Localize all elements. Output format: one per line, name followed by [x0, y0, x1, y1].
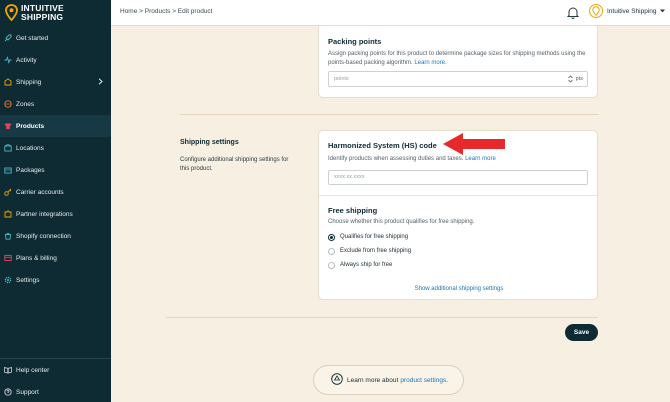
shipping-settings-heading: Shipping settings	[180, 139, 239, 146]
shopify-icon	[4, 232, 12, 240]
show-additional-settings-link[interactable]: Show additional shipping settings	[319, 286, 599, 292]
sidebar-item-zones[interactable]: Zones	[0, 93, 111, 115]
book-icon	[4, 366, 12, 374]
sidebar-item-label: Products	[16, 122, 45, 130]
packing-points-input[interactable]: points pts	[328, 71, 588, 87]
packing-points-description: Assign packing points for this product t…	[328, 51, 586, 66]
hs-code-description: Identify products when assessing duties …	[328, 156, 496, 162]
radio-button[interactable]	[328, 261, 335, 269]
sidebar-item-help-center[interactable]: Help center	[0, 359, 111, 381]
sidebar-item-settings[interactable]: Settings	[0, 269, 111, 291]
card-divider	[319, 194, 597, 196]
radio-button[interactable]	[328, 247, 335, 255]
hs-code-placeholder: xxxx.xx.xxxx	[334, 174, 365, 180]
pin-icon	[4, 144, 12, 152]
sidebar-item-label: Carrier accounts	[16, 188, 64, 196]
sidebar-item-shopify-connection[interactable]: Shopify connection	[0, 225, 111, 247]
free-shipping-title: Free shipping	[328, 205, 378, 215]
sidebar-item-label: Packages	[16, 166, 45, 174]
globe-icon	[4, 100, 12, 108]
radio-always-ship-free[interactable]: Always ship for free	[328, 258, 588, 272]
sidebar-item-label: Locations	[16, 144, 44, 152]
free-shipping-options: Qualifies for free shipping Exclude from…	[328, 230, 588, 272]
sidebar-item-label: Zones	[16, 100, 35, 108]
radio-label: Exclude from free shipping	[340, 248, 412, 254]
sidebar-item-carrier-accounts[interactable]: Carrier accounts	[0, 181, 111, 203]
radio-qualifies-free-shipping[interactable]: Qualifies for free shipping	[328, 230, 588, 244]
chevron-right-icon	[98, 78, 103, 87]
hs-code-input[interactable]: xxxx.xx.xxxx	[328, 169, 588, 185]
brand-line-2: SHIPPING	[21, 11, 64, 22]
sidebar-item-locations[interactable]: Locations	[0, 137, 111, 159]
caret-down-icon	[659, 8, 665, 15]
product-settings-link[interactable]: product settings.	[400, 377, 448, 384]
billing-icon	[4, 254, 12, 262]
learn-more-prefix: Learn more about	[347, 376, 399, 384]
sidebar-item-label: Settings	[16, 276, 40, 284]
radio-button[interactable]	[328, 233, 335, 241]
help-icon	[4, 388, 12, 396]
avatar	[589, 4, 603, 18]
sidebar-item-products[interactable]: Products	[0, 115, 111, 137]
annotation-arrow-icon	[443, 133, 505, 155]
shipping-icon	[4, 78, 12, 86]
sidebar-item-label: Help center	[16, 366, 50, 374]
packing-points-title: Packing points	[328, 37, 382, 46]
logo-pin-icon	[5, 4, 18, 22]
rocket-icon	[4, 34, 12, 42]
section-divider	[166, 317, 598, 318]
sidebar-item-label: Get started	[16, 34, 49, 42]
package-icon	[4, 166, 12, 174]
puzzle-icon	[4, 210, 12, 218]
radio-label: Qualifies for free shipping	[340, 234, 409, 240]
sidebar-nav: Get started Activity Shipping Zones Prod…	[0, 27, 111, 291]
breadcrumb[interactable]: Home > Products > Edit product	[120, 8, 213, 15]
info-bulb-icon	[331, 373, 343, 387]
shipping-settings-description: Configure additional shipping settings f…	[180, 157, 289, 172]
sidebar-item-label: Activity	[16, 56, 37, 64]
hs-learn-more-link[interactable]: Learn more	[465, 156, 496, 162]
sidebar-item-label: Partner integrations	[16, 210, 73, 218]
sidebar-item-label: Shipping	[16, 78, 42, 86]
sidebar-item-packages[interactable]: Packages	[0, 159, 111, 181]
brand-logo[interactable]: INTUITIVE SHIPPING	[5, 4, 64, 22]
section-divider	[180, 114, 599, 115]
sidebar-item-label: Shopify connection	[16, 232, 71, 240]
sidebar-item-shipping[interactable]: Shipping	[0, 71, 111, 93]
learn-more-banner: Learn more about product settings.	[313, 365, 464, 395]
sidebar-item-label: Support	[16, 388, 39, 396]
shirt-icon	[4, 122, 12, 130]
sidebar-item-activity[interactable]: Activity	[0, 49, 111, 71]
sidebar-item-plans-billing[interactable]: Plans & billing	[0, 247, 111, 269]
user-menu[interactable]: Intuitive Shipping	[589, 4, 665, 18]
sidebar-bottom: Help center Support	[0, 358, 111, 402]
packing-points-placeholder: points	[334, 76, 349, 82]
points-unit: pts	[575, 76, 583, 82]
save-button[interactable]: Save	[565, 324, 598, 341]
activity-icon	[4, 56, 12, 64]
topbar: Home > Products > Edit product Intuitive…	[111, 0, 670, 26]
sidebar-item-label: Plans & billing	[16, 254, 57, 262]
key-icon	[4, 188, 12, 196]
free-shipping-description: Choose whether this product qualifies fo…	[328, 218, 475, 225]
user-name: Intuitive Shipping	[607, 7, 657, 15]
sidebar: INTUITIVE SHIPPING Get started Activity …	[0, 0, 111, 402]
sidebar-item-get-started[interactable]: Get started	[0, 27, 111, 49]
sidebar-item-partner-integrations[interactable]: Partner integrations	[0, 203, 111, 225]
radio-exclude-free-shipping[interactable]: Exclude from free shipping	[328, 244, 588, 258]
packing-learn-more-link[interactable]: Learn more.	[414, 60, 446, 66]
packing-points-card: Packing points Assign packing points for…	[318, 26, 598, 98]
bell-icon[interactable]	[566, 6, 580, 21]
stepper-icon[interactable]	[568, 75, 573, 85]
radio-label: Always ship for free	[340, 262, 393, 268]
gear-icon	[4, 276, 12, 284]
sidebar-item-support[interactable]: Support	[0, 381, 111, 402]
